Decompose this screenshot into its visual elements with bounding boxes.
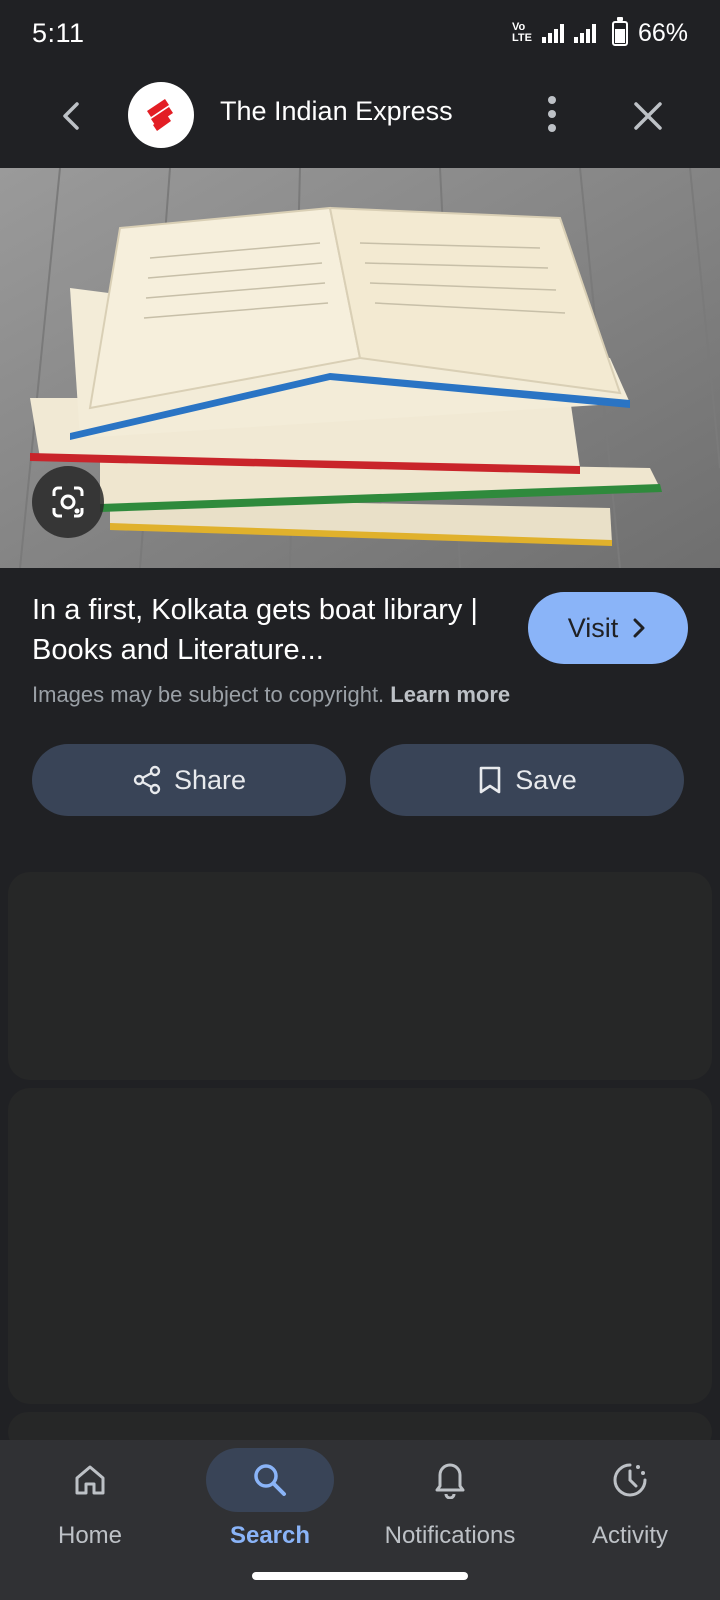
top-app-bar: The Indian Express	[0, 66, 720, 168]
save-button[interactable]: Save	[370, 744, 684, 816]
source-logo[interactable]	[128, 82, 194, 148]
result-title[interactable]: In a first, Kolkata gets boat library | …	[32, 590, 492, 670]
nav-label: Activity	[591, 1522, 668, 1549]
nav-label: Home	[57, 1522, 123, 1549]
nav-label: Search	[229, 1522, 311, 1549]
search-icon	[254, 1464, 286, 1496]
save-label: Save	[515, 764, 577, 795]
activity-icon	[613, 1463, 647, 1497]
signal-strength-icon	[573, 23, 596, 43]
indian-express-logo-icon	[147, 99, 173, 131]
source-title[interactable]: The Indian Express	[220, 96, 453, 127]
share-icon	[133, 765, 161, 795]
books-photo	[0, 168, 720, 568]
copyright-notice: Images may be subject to copyright. Lear…	[32, 682, 510, 708]
nav-pill	[566, 1448, 694, 1512]
visit-label: Visit	[567, 612, 619, 643]
more-options-button[interactable]	[532, 94, 572, 134]
more-vert-icon	[548, 96, 556, 132]
back-button[interactable]	[52, 96, 92, 136]
chevron-right-icon	[633, 618, 645, 638]
result-image[interactable]	[0, 168, 720, 568]
nav-label: Notifications	[384, 1522, 516, 1549]
related-card-placeholder	[8, 872, 712, 1080]
copyright-text: Images may be subject to copyright.	[32, 682, 385, 707]
status-time: 5:11	[32, 17, 85, 48]
related-card-placeholder	[8, 1088, 712, 1404]
nav-item-activity[interactable]: Activity	[540, 1440, 720, 1580]
google-lens-button[interactable]	[32, 466, 104, 538]
nav-item-home[interactable]: Home	[0, 1440, 180, 1580]
status-icons: Vo LTE 66%	[511, 16, 688, 48]
nav-pill	[386, 1448, 514, 1512]
signal-strength-icon	[541, 23, 564, 43]
network-indicator-icon: Vo LTE	[511, 21, 532, 44]
nav-pill	[206, 1448, 334, 1512]
learn-more-link[interactable]: Learn more	[390, 682, 510, 707]
close-button[interactable]	[628, 96, 668, 136]
home-icon	[75, 1465, 105, 1495]
share-button[interactable]: Share	[32, 744, 346, 816]
chevron-left-icon	[63, 102, 79, 130]
lens-icon	[52, 486, 84, 518]
nav-item-notifications[interactable]: Notifications	[360, 1440, 540, 1580]
close-icon	[634, 102, 662, 130]
nav-item-search[interactable]: Search	[180, 1440, 360, 1580]
bell-icon	[435, 1463, 465, 1499]
battery-icon	[611, 16, 628, 46]
share-label: Share	[173, 764, 247, 795]
visit-button[interactable]: Visit	[528, 592, 688, 664]
battery-percentage: 66%	[637, 18, 688, 47]
nav-pill	[26, 1448, 154, 1512]
gesture-navigation-bar[interactable]	[252, 1572, 468, 1580]
bookmark-icon	[479, 766, 501, 794]
status-bar: 5:11 Vo LTE 66%	[0, 0, 720, 66]
